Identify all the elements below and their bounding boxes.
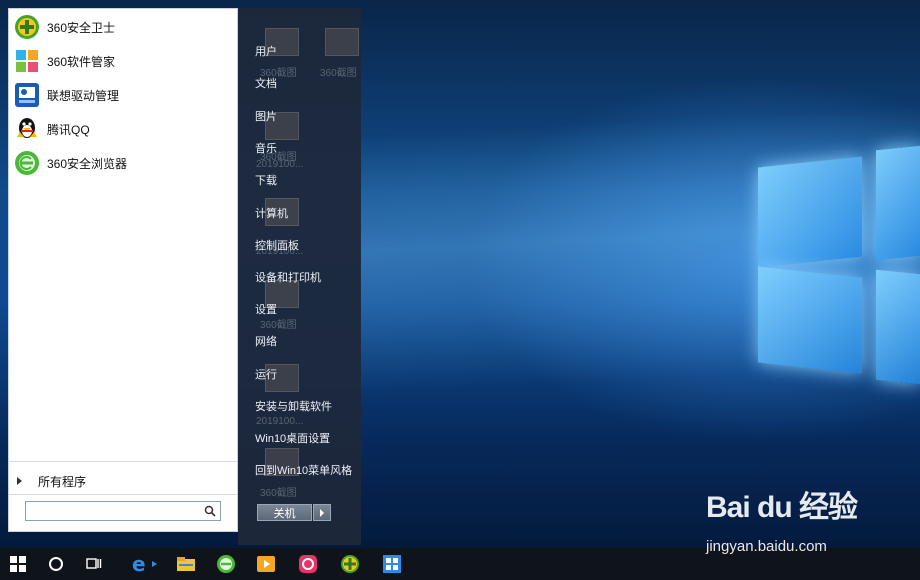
ie-browser-button[interactable]: e: [124, 548, 164, 580]
ghost-icon-caption: 360截图: [260, 320, 297, 331]
pinned-app-label: 360安全卫士: [47, 20, 116, 35]
shutdown-options-button[interactable]: [313, 504, 331, 521]
search-icon[interactable]: [204, 505, 216, 517]
pinned-app-label: 360软件管家: [47, 54, 116, 69]
windows-store-button[interactable]: [374, 548, 410, 580]
all-programs-label: 所有程序: [38, 474, 87, 489]
place-win10-desktop-settings[interactable]: Win10桌面设置: [255, 430, 330, 446]
windows-logo-graphic: [748, 140, 920, 385]
pinned-app-qq[interactable]: 腾讯QQ: [13, 114, 235, 144]
video-player-icon: [257, 556, 275, 572]
all-programs-button[interactable]: 所有程序: [17, 471, 86, 491]
windows-start-button[interactable]: [0, 548, 36, 580]
360-software-manager-icon: [13, 47, 41, 75]
place-install-uninstall[interactable]: 安装与卸载软件: [255, 398, 332, 414]
search-divider: [9, 494, 237, 495]
360-safe-guard-taskbar-button[interactable]: [332, 548, 368, 580]
svg-text:e: e: [132, 554, 146, 574]
pinned-app-lenovo-driver[interactable]: 联想驱动管理: [13, 80, 235, 110]
task-view-icon: [86, 558, 102, 569]
ghost-icon-caption: 360截图: [260, 488, 297, 499]
file-explorer-button[interactable]: [168, 548, 204, 580]
pinned-app-label: 腾讯QQ: [47, 122, 90, 137]
place-documents[interactable]: 文档: [255, 75, 277, 91]
start-search-input[interactable]: [25, 501, 221, 521]
video-player-button[interactable]: [248, 548, 284, 580]
cortana-button[interactable]: [38, 548, 74, 580]
place-computer[interactable]: 计算机: [255, 205, 288, 221]
baidu-watermark-url: jingyan.baidu.com: [706, 538, 827, 555]
baidu-watermark-logo: Bai du 经验: [706, 491, 858, 524]
all-programs-divider: [9, 461, 237, 462]
pinned-app-360-safe-guard[interactable]: 360安全卫士: [13, 12, 235, 42]
ie-browser-icon: e: [132, 554, 157, 574]
ghost-icon-caption: 2019100...: [256, 416, 304, 427]
360-browser-icon: [13, 149, 41, 177]
place-settings[interactable]: 设置: [255, 301, 277, 317]
ghost-desktop-icon: [325, 28, 359, 56]
qq-penguin-icon: [13, 115, 41, 143]
shutdown-button[interactable]: 关机: [257, 504, 312, 521]
place-pictures[interactable]: 图片: [255, 108, 277, 124]
ghost-icon-caption: 360截图: [320, 68, 357, 79]
windows-start-icon: [10, 556, 26, 572]
windows-store-icon: [383, 555, 401, 573]
music-app-icon: [299, 555, 317, 573]
pinned-app-label: 360安全浏览器: [47, 156, 128, 171]
place-music[interactable]: 音乐: [255, 140, 277, 156]
place-network[interactable]: 网络: [255, 333, 277, 349]
lenovo-driver-icon: [13, 81, 41, 109]
360-browser-icon: [217, 555, 235, 573]
music-app-button[interactable]: [290, 548, 326, 580]
baidu-watermark: Bai du 经验 jingyan.baidu.com: [706, 482, 876, 562]
start-menu-left-panel: 360安全卫士 360软件管家 联想驱动管理 腾讯QQ 360安全浏览器 所有程…: [8, 8, 238, 532]
360-safe-guard-icon: [341, 555, 359, 573]
chevron-right-icon: [320, 508, 324, 517]
place-run[interactable]: 运行: [255, 366, 277, 382]
place-users[interactable]: 用户: [255, 43, 277, 59]
file-explorer-icon: [177, 557, 195, 571]
pinned-app-360-software-manager[interactable]: 360软件管家: [13, 46, 235, 76]
task-view-button[interactable]: [76, 548, 112, 580]
place-devices-printers[interactable]: 设备和打印机: [255, 269, 321, 285]
expand-arrow-icon: [17, 477, 22, 485]
place-downloads[interactable]: 下载: [255, 172, 277, 188]
360-safe-guard-icon: [13, 13, 41, 41]
pinned-app-label: 联想驱动管理: [47, 88, 120, 103]
start-menu-right-panel: 360截图 360截图 360截图 2019100... 2019100... …: [238, 8, 361, 545]
ghost-icon-caption: 2019100...: [256, 159, 304, 170]
360-browser-taskbar-button[interactable]: [208, 548, 244, 580]
shutdown-group: 关机: [257, 504, 331, 521]
place-back-to-win10-menu[interactable]: 回到Win10菜单风格: [255, 462, 352, 478]
cortana-circle-icon: [49, 557, 63, 571]
pinned-app-360-browser[interactable]: 360安全浏览器: [13, 148, 235, 178]
place-control-panel[interactable]: 控制面板: [255, 237, 299, 253]
